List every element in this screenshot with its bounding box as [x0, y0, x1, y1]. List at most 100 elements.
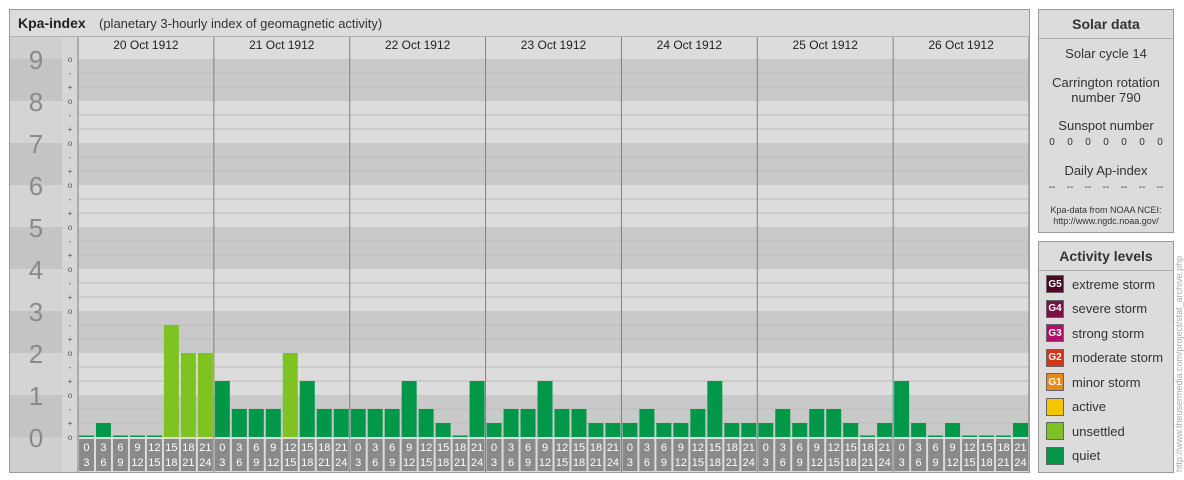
hour-end-label: 21 — [182, 457, 194, 469]
kp-bar — [860, 435, 876, 437]
activity-level-label: severe storm — [1072, 301, 1148, 316]
hour-end-label: 6 — [100, 457, 106, 469]
activity-level-label: minor storm — [1072, 374, 1141, 390]
hour-start-label: 3 — [644, 442, 650, 454]
kp-bar — [503, 408, 519, 437]
kp-bar — [350, 408, 366, 437]
hour-start-label: 21 — [743, 442, 755, 454]
hour-start-label: 18 — [862, 442, 874, 454]
hour-start-label: 3 — [508, 442, 514, 454]
watermark: http://www.theusermedia.com/project/stat… — [1174, 255, 1184, 472]
carrington-rotation-label: Carrington rotation — [1052, 75, 1160, 90]
kp-bar — [809, 408, 825, 437]
hour-end-label: 12 — [946, 457, 958, 469]
minor-mark: - — [69, 405, 72, 414]
ap-value-3: -- — [1084, 182, 1092, 193]
hour-end-label: 18 — [301, 457, 313, 469]
activity-level-swatch: G4 — [1046, 299, 1064, 318]
hour-start-label: 9 — [814, 442, 820, 454]
hour-start-label: 9 — [542, 442, 548, 454]
hour-start-label: 12 — [420, 442, 432, 454]
minor-mark: + — [68, 335, 73, 344]
y-tick-label: 2 — [29, 339, 43, 369]
minor-mark: - — [69, 279, 72, 288]
hour-end-label: 15 — [556, 457, 568, 469]
hour-start-label: 9 — [678, 442, 684, 454]
hour-start-label: 0 — [491, 442, 497, 454]
ap-value-7: -- — [1156, 182, 1164, 193]
hour-end-label: 9 — [389, 457, 395, 469]
hour-start-label: 0 — [627, 442, 633, 454]
activity-level-severe-storm: G4 severe storm — [1046, 299, 1147, 319]
hour-end-label: 12 — [811, 457, 823, 469]
minor-mark: - — [69, 363, 72, 372]
activity-levels-panel: Activity levels G5 extreme storm G4 severe … — [1038, 241, 1174, 473]
kp-bar — [129, 435, 145, 437]
hour-end-label: 12 — [539, 457, 551, 469]
minor-mark: + — [68, 125, 73, 134]
activity-level-swatch — [1046, 422, 1064, 440]
day-label: 23 Oct 1912 — [521, 38, 587, 52]
hour-end-label: 21 — [590, 457, 602, 469]
hour-start-label: 3 — [100, 442, 106, 454]
kp-bar — [554, 408, 570, 437]
hour-end-label: 15 — [963, 457, 975, 469]
activity-level-swatch — [1046, 446, 1064, 465]
hour-end-label: 3 — [763, 457, 769, 469]
hour-start-label: 0 — [219, 442, 225, 454]
activity-level-label: quiet — [1072, 448, 1101, 463]
hour-end-label: 9 — [797, 457, 803, 469]
hour-end-label: 12 — [403, 457, 415, 469]
solar-cycle: Solar cycle 14 — [1065, 46, 1147, 61]
hour-end-label: 6 — [644, 457, 650, 469]
kp-bar — [435, 423, 451, 437]
kp-bar — [588, 423, 604, 437]
minor-mark: + — [68, 377, 73, 386]
sunspot-value-1: 0 — [1049, 137, 1055, 148]
minor-mark: - — [69, 237, 72, 246]
kp-bar — [214, 381, 230, 437]
solar-data-panel: Solar data Solar cycle 14 Carrington rot… — [1038, 9, 1174, 233]
hour-start-label: 6 — [389, 442, 395, 454]
kp-bar — [367, 408, 383, 437]
hour-end-label: 3 — [899, 457, 905, 469]
sunspot-value-6: 0 — [1139, 137, 1145, 148]
day-label: 24 Oct 1912 — [657, 38, 723, 52]
level-band — [78, 143, 1029, 185]
kp-bar — [962, 435, 978, 437]
activity-level-label: extreme storm — [1072, 276, 1156, 292]
hour-start-label: 9 — [270, 442, 276, 454]
sunspot-value-3: 0 — [1085, 137, 1091, 148]
hour-start-label: 9 — [134, 442, 140, 454]
activity-level-label: moderate storm — [1072, 350, 1164, 365]
sunspot-value-4: 0 — [1103, 137, 1109, 148]
hour-end-label: 6 — [916, 457, 922, 469]
hour-start-label: 21 — [199, 442, 211, 454]
minor-mark: o — [68, 391, 73, 400]
hour-end-label: 6 — [372, 457, 378, 469]
activity-levels-title: Activity levels — [1039, 242, 1173, 271]
hour-end-label: 18 — [845, 457, 857, 469]
hour-start-label: 15 — [573, 442, 585, 454]
kp-bar — [112, 435, 128, 437]
activity-level-swatch: G3 — [1046, 324, 1064, 342]
kp-bar — [401, 381, 417, 437]
activity-level-unsettled: unsettled — [1046, 421, 1125, 441]
activity-level-moderate-storm: G2 moderate storm — [1046, 348, 1163, 368]
kp-bar — [741, 423, 757, 437]
hour-start-label: 6 — [797, 442, 803, 454]
minor-mark: + — [68, 419, 73, 428]
day-label: 21 Oct 1912 — [249, 38, 315, 52]
hour-end-label: 18 — [165, 457, 177, 469]
y-tick-label: 3 — [29, 297, 43, 327]
ap-value-5: -- — [1120, 182, 1128, 193]
hour-start-label: 0 — [763, 442, 769, 454]
level-band — [78, 59, 1029, 101]
kp-bar — [1013, 423, 1028, 437]
ap-value-6: -- — [1138, 182, 1146, 193]
hour-start-label: 21 — [879, 442, 891, 454]
kp-bar — [690, 408, 706, 437]
hour-start-label: 18 — [454, 442, 466, 454]
y-tick-label: 7 — [29, 129, 43, 159]
kp-bar — [282, 353, 298, 437]
